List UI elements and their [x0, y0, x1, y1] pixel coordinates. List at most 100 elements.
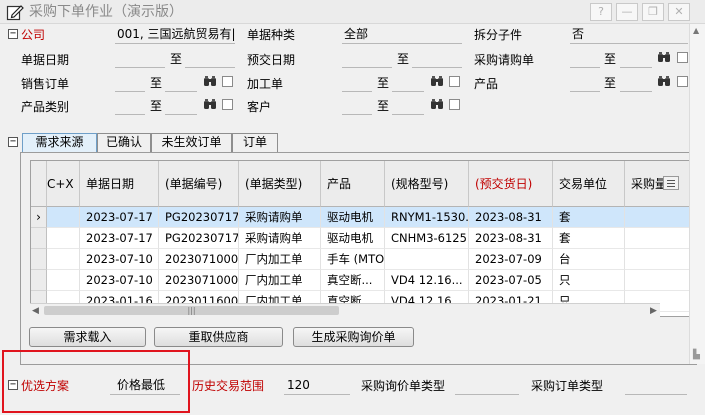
grid-cell	[47, 207, 80, 228]
work-order-from-field[interactable]	[342, 91, 372, 92]
tab-orders[interactable]: 订单	[232, 133, 278, 152]
panel-vertical-scrollbar[interactable]: ▲ ▙	[689, 24, 705, 364]
product-category-to-field[interactable]	[165, 114, 197, 115]
history-range-value[interactable]: 120	[287, 378, 310, 392]
split-child-underline	[570, 43, 688, 44]
split-child-value[interactable]: 否	[572, 27, 584, 41]
inquiry-type-field[interactable]	[455, 394, 519, 395]
grid-horizontal-scrollbar[interactable]: ◀ ||| ▶	[30, 303, 660, 317]
binoculars-icon[interactable]	[203, 75, 217, 87]
table-row[interactable]: 2023-07-17 PG20230717... 采购请购单 驱动电机 CNHM…	[31, 228, 690, 249]
grid-cell: CNHM3-6125...	[385, 228, 469, 249]
order-type-label: 采购订单类型	[531, 379, 604, 393]
grid-cell: 套	[553, 228, 625, 249]
help-button[interactable]: ?	[590, 3, 612, 21]
grid-header-purchase-qty[interactable]: 采购量	[625, 161, 690, 207]
customer-label: 客户	[247, 100, 272, 114]
grid-header-cx[interactable]: C+X	[47, 161, 80, 207]
binoculars-icon[interactable]	[203, 98, 217, 110]
grid-cell: 真空断...	[321, 270, 385, 291]
tab-inactive-orders[interactable]: 未生效订单	[151, 133, 232, 152]
work-order-to: 至	[377, 76, 390, 90]
customer-from-field[interactable]	[342, 114, 372, 115]
grid-cell: 厂内加工单	[239, 249, 321, 270]
tabs-collapse-toggle[interactable]: −	[8, 137, 18, 147]
scroll-up-icon[interactable]: ▲	[693, 26, 699, 35]
grid-cell	[47, 228, 80, 249]
grid-cell: 2023-07-10	[80, 270, 159, 291]
company-value[interactable]: 001, 三国远航贸易有|	[117, 27, 236, 41]
tab-demand-source[interactable]: 需求来源	[22, 133, 97, 153]
tab-confirmed[interactable]: 已确认	[97, 133, 151, 152]
grid-header-doc-type[interactable]: (单据类型)	[239, 161, 321, 207]
product-category-to: 至	[150, 99, 163, 113]
grid-cell	[47, 249, 80, 270]
purchase-request-checkbox[interactable]	[677, 52, 688, 63]
grid-cell: 2023-07-09	[469, 249, 553, 270]
grid-header-spec[interactable]: (规格型号)	[385, 161, 469, 207]
purchase-request-to-field[interactable]	[620, 67, 652, 68]
sales-order-to-field[interactable]	[165, 91, 197, 92]
work-order-checkbox[interactable]	[449, 76, 460, 87]
grid-header-unit[interactable]: 交易单位	[553, 161, 625, 207]
doc-type-value[interactable]: 全部	[344, 27, 368, 41]
grid-cell: 驱动电机	[321, 207, 385, 228]
purchase-request-from-field[interactable]	[570, 67, 600, 68]
binoculars-icon[interactable]	[430, 75, 444, 87]
table-row[interactable]: 2023-07-10 202307100001 厂内加工单 真空断... VD4…	[31, 270, 690, 291]
grid-cell: 台	[553, 249, 625, 270]
product-to: 至	[604, 76, 617, 90]
pre-delivery-from-field[interactable]	[342, 67, 392, 68]
table-row[interactable]: 2023-07-10 202307100003 厂内加工单 手车 (MTO) 2…	[31, 249, 690, 270]
pre-delivery-to-field[interactable]	[412, 67, 462, 68]
customer-checkbox[interactable]	[449, 99, 460, 110]
product-checkbox[interactable]	[677, 76, 688, 87]
purchase-request-to: 至	[604, 52, 617, 66]
customer-to-field[interactable]	[392, 114, 424, 115]
header-collapse-toggle[interactable]: −	[8, 29, 18, 39]
grid-cell: 采购请购单	[239, 228, 321, 249]
split-child-label: 拆分子件	[474, 28, 523, 42]
grid-header-delivery-date[interactable]: (预交货日)	[469, 161, 553, 207]
doc-date-to-field[interactable]	[185, 67, 235, 68]
scroll-right-icon[interactable]: ▶	[650, 306, 657, 316]
column-chooser-icon[interactable]	[663, 176, 679, 190]
binoculars-icon[interactable]	[657, 51, 671, 63]
grid-header-doc-date[interactable]: 单据日期	[80, 161, 159, 207]
row-header	[31, 270, 47, 291]
grid-cell	[625, 249, 690, 270]
grid-cell: 2023-07-17	[80, 228, 159, 249]
scroll-left-icon[interactable]: ◀	[32, 306, 39, 316]
purchase-request-label: 采购请购单	[474, 53, 535, 67]
redo-supplier-button[interactable]: 重取供应商	[154, 327, 283, 347]
maximize-button[interactable]: ❐	[642, 3, 664, 21]
sales-order-checkbox[interactable]	[222, 76, 233, 87]
resize-grip-icon[interactable]: ▙	[693, 350, 700, 360]
product-to-field[interactable]	[620, 91, 652, 92]
sales-order-to: 至	[150, 76, 163, 90]
grid-cell: 2023-08-31	[469, 207, 553, 228]
grid-cell: 2023-07-10	[80, 249, 159, 270]
binoculars-icon[interactable]	[430, 98, 444, 110]
minimize-button[interactable]: —	[616, 3, 638, 21]
pre-delivery-date-label: 预交日期	[247, 53, 296, 67]
grid-header-product[interactable]: 产品	[321, 161, 385, 207]
order-type-field[interactable]	[625, 394, 687, 395]
product-from-field[interactable]	[570, 91, 600, 92]
scroll-thumb[interactable]: |||	[44, 306, 339, 315]
close-button[interactable]: ✕	[668, 3, 690, 21]
load-demand-button[interactable]: 需求载入	[29, 327, 146, 347]
table-row[interactable]: › 2023-07-17 PG20230717... 采购请购单 驱动电机 RN…	[31, 207, 690, 228]
company-label: 公司	[21, 28, 46, 42]
grid-cell: 只	[553, 270, 625, 291]
grid-cell: PG20230717...	[159, 228, 239, 249]
grid-header-doc-no[interactable]: (单据编号)	[159, 161, 239, 207]
generate-inquiry-button[interactable]: 生成采购询价单	[293, 327, 414, 347]
product-category-from-field[interactable]	[115, 114, 145, 115]
grid-cell	[625, 270, 690, 291]
sales-order-from-field[interactable]	[115, 91, 145, 92]
work-order-to-field[interactable]	[392, 91, 424, 92]
doc-date-from-field[interactable]	[115, 67, 165, 68]
product-category-checkbox[interactable]	[222, 99, 233, 110]
binoculars-icon[interactable]	[657, 75, 671, 87]
